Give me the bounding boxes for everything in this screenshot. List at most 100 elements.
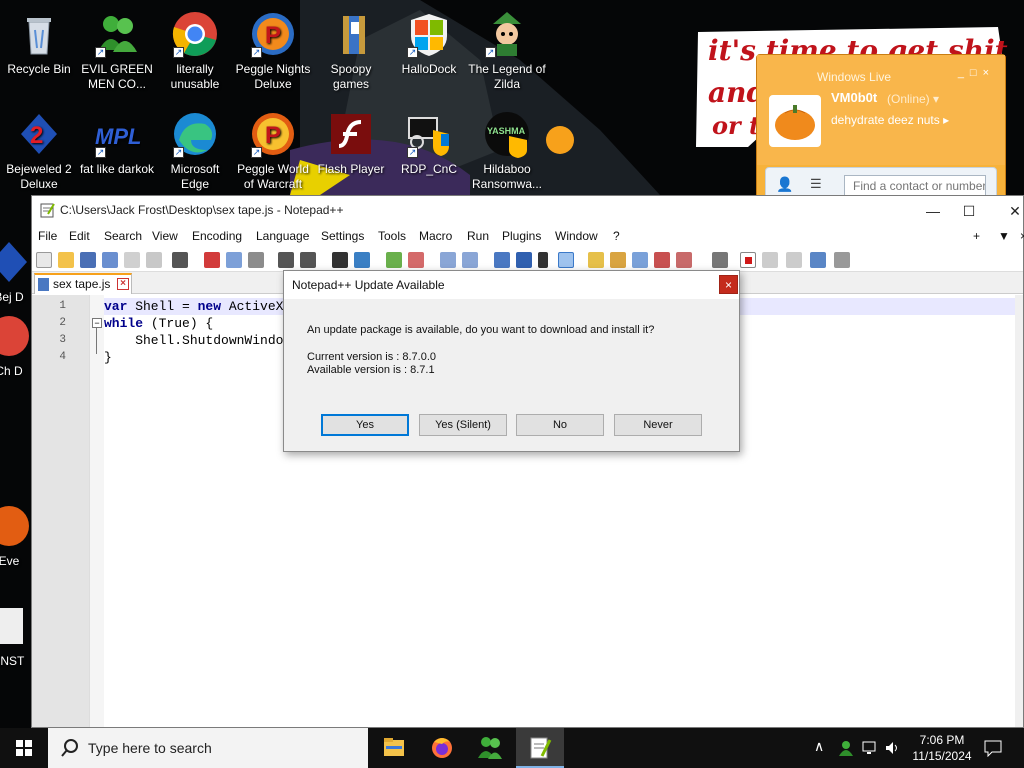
copy-icon[interactable] xyxy=(226,252,242,268)
start-button[interactable] xyxy=(0,728,48,768)
menu-view[interactable]: View xyxy=(152,229,178,243)
vertical-scrollbar[interactable] xyxy=(1015,295,1023,727)
messenger-window[interactable]: Windows Live _□× VM0b0t (Online) ▾ dehyd… xyxy=(756,54,1006,206)
menu-run[interactable]: Run xyxy=(467,229,489,243)
zoom-out-icon[interactable] xyxy=(408,252,424,268)
desktop-icon-legend-of-zilda[interactable]: ↗ The Legend of Zilda xyxy=(468,8,546,104)
notification-icon[interactable] xyxy=(984,739,1002,757)
menu-settings[interactable]: Settings xyxy=(321,229,364,243)
tab-sex-tape-js[interactable]: sex tape.js × xyxy=(34,273,132,294)
desktop-icon-chrome[interactable]: ↗ literally unusable xyxy=(156,8,234,104)
tab-close-icon[interactable]: × xyxy=(117,278,129,290)
menu-plugins[interactable]: Plugins xyxy=(502,229,541,243)
messenger-status[interactable]: (Online) ▾ xyxy=(887,92,939,106)
doc-map-icon[interactable] xyxy=(610,252,626,268)
menu-window[interactable]: Window xyxy=(555,229,598,243)
print-icon[interactable] xyxy=(172,252,188,268)
save-macro-icon[interactable] xyxy=(834,252,850,268)
menu-encoding[interactable]: Encoding xyxy=(192,229,242,243)
chevron-down-icon[interactable] xyxy=(538,252,548,268)
cut-icon[interactable] xyxy=(204,252,220,268)
run-macro-multiple-icon[interactable] xyxy=(810,252,826,268)
show-all-characters-icon[interactable] xyxy=(516,252,532,268)
messenger-title: Windows Live xyxy=(817,70,892,84)
stop-macro-icon[interactable] xyxy=(762,252,778,268)
function-list-icon[interactable] xyxy=(654,252,670,268)
replace-icon[interactable] xyxy=(354,252,370,268)
close-file-icon[interactable] xyxy=(124,252,140,268)
list-view-icon[interactable]: ☰ xyxy=(810,176,822,192)
fold-toggle-icon[interactable]: − xyxy=(92,318,102,328)
menu-language[interactable]: Language xyxy=(256,229,309,243)
dialog-close-button[interactable]: × xyxy=(719,275,738,294)
taskbar-firefox[interactable] xyxy=(418,728,466,768)
indent-guide-icon[interactable] xyxy=(558,252,574,268)
desktop-icon-peggle-nights[interactable]: P ↗ Peggle Nights Deluxe xyxy=(234,8,312,104)
desktop-icon-hallodock[interactable]: ↗ HalloDock xyxy=(390,8,468,104)
new-file-icon[interactable] xyxy=(36,252,52,268)
available-version-text: Available version is : 8.7.1 xyxy=(307,364,435,376)
doc-list-icon[interactable] xyxy=(632,252,648,268)
zoom-in-icon[interactable] xyxy=(386,252,402,268)
open-file-icon[interactable] xyxy=(58,252,74,268)
paste-icon[interactable] xyxy=(248,252,264,268)
add-contact-icon[interactable]: 👤 xyxy=(776,176,793,193)
taskbar-notepad-plus-plus[interactable] xyxy=(516,728,564,768)
desktop-icon-flash-player[interactable]: Flash Player xyxy=(312,108,390,204)
desktop-icon-fat-like-darkok[interactable]: MPL ↗ fat like darkok xyxy=(78,108,156,204)
close-all-icon[interactable] xyxy=(146,252,162,268)
show-hidden-icons-chevron[interactable]: ∧ xyxy=(814,738,824,755)
messenger-search-input[interactable] xyxy=(844,175,986,197)
desktop-icon-hildaboo[interactable]: YASHMA Hildaboo Ransomwa... xyxy=(468,108,546,204)
close-document-button[interactable]: × xyxy=(1020,229,1024,243)
new-tab-button[interactable]: + xyxy=(973,229,980,243)
desktop-icon-spoopy-games[interactable]: Spoopy games xyxy=(312,8,390,104)
no-button[interactable]: No xyxy=(516,414,604,436)
network-icon[interactable] xyxy=(862,740,878,756)
taskbar-messenger[interactable] xyxy=(466,728,514,768)
desktop-icon-rdp-cnc[interactable]: ↗ RDP_CnC xyxy=(390,108,468,204)
close-button[interactable]: ✕ xyxy=(992,196,1024,226)
desktop-icon-recycle-bin[interactable]: Recycle Bin xyxy=(0,8,78,104)
system-clock[interactable]: 7:06 PM 11/15/2024 xyxy=(910,732,974,764)
word-wrap-icon[interactable] xyxy=(494,252,510,268)
monitoring-icon[interactable] xyxy=(712,252,728,268)
taskbar-file-explorer[interactable] xyxy=(370,728,418,768)
record-macro-icon[interactable] xyxy=(740,252,756,268)
yes-button[interactable]: Yes xyxy=(321,414,409,436)
volume-icon[interactable] xyxy=(884,740,900,756)
find-icon[interactable] xyxy=(332,252,348,268)
notepad-titlebar[interactable]: C:\Users\Jack Frost\Desktop\sex tape.js … xyxy=(32,196,1023,226)
desktop-icon-peggle-world[interactable]: P ↗ Peggle World of Warcraft xyxy=(234,108,312,204)
yes-silent-button[interactable]: Yes (Silent) xyxy=(419,414,507,436)
sync-vertical-icon[interactable] xyxy=(440,252,456,268)
menu-tools[interactable]: Tools xyxy=(378,229,406,243)
folder-workspace-icon[interactable] xyxy=(676,252,692,268)
maximize-button[interactable]: ☐ xyxy=(946,196,992,226)
menu-edit[interactable]: Edit xyxy=(69,229,90,243)
msn-tray-icon[interactable] xyxy=(838,740,854,756)
dialog-titlebar[interactable]: Notepad++ Update Available × xyxy=(284,271,739,299)
desktop-icon-microsoft-edge[interactable]: ↗ Microsoft Edge xyxy=(156,108,234,204)
avatar[interactable] xyxy=(769,95,821,147)
redo-icon[interactable] xyxy=(300,252,316,268)
sync-horizontal-icon[interactable] xyxy=(462,252,478,268)
menu-file[interactable]: File xyxy=(38,229,57,243)
messenger-window-controls[interactable]: _□× xyxy=(958,67,995,79)
save-icon[interactable] xyxy=(80,252,96,268)
play-macro-icon[interactable] xyxy=(786,252,802,268)
undo-icon[interactable] xyxy=(278,252,294,268)
taskbar-search[interactable]: Type here to search xyxy=(48,728,368,768)
desktop-icon-evil-green-men[interactable]: ↗ EVIL GREEN MEN CO... xyxy=(78,8,156,104)
desktop-icon-bejeweled-2[interactable]: 2 Bejeweled 2 Deluxe xyxy=(0,108,78,204)
save-all-icon[interactable] xyxy=(102,252,118,268)
tab-list-dropdown[interactable]: ▼ xyxy=(998,229,1010,243)
messenger-personal-message[interactable]: dehydrate deez nuts ▸ xyxy=(831,113,949,127)
menu-help[interactable]: ? xyxy=(613,229,620,243)
update-dialog[interactable]: Notepad++ Update Available × An update p… xyxy=(283,270,740,452)
menu-macro[interactable]: Macro xyxy=(419,229,452,243)
udl-icon[interactable] xyxy=(588,252,604,268)
messenger-display-name[interactable]: VM0b0t xyxy=(831,90,877,105)
never-button[interactable]: Never xyxy=(614,414,702,436)
menu-search[interactable]: Search xyxy=(104,229,142,243)
